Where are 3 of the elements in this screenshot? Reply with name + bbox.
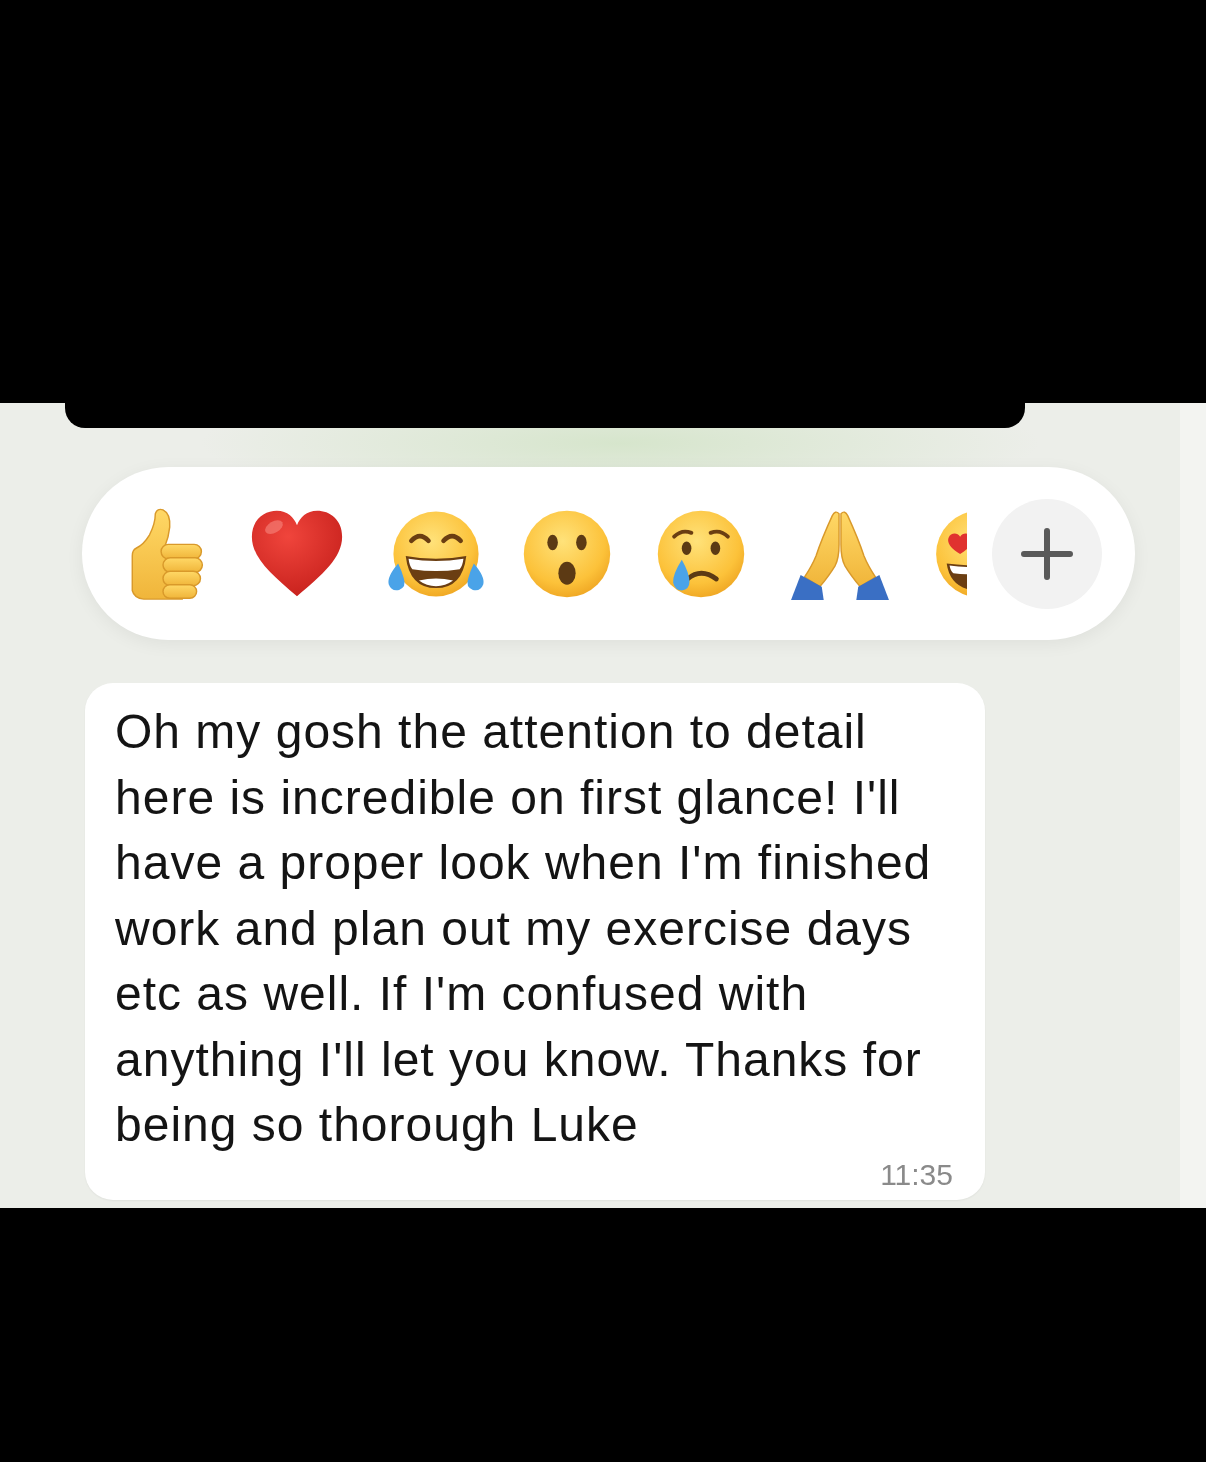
plus-icon <box>1021 527 1073 580</box>
message-text: Oh my gosh the attention to detail here is incredible on first glance! I'll have a proper look when I'm finished work and plan out my exercise days etc as well. If I'm confused with anything I'll let you know. Thanks for being so thorough Luke <box>115 704 933 1153</box>
message-time: 11:35 <box>880 1157 953 1192</box>
